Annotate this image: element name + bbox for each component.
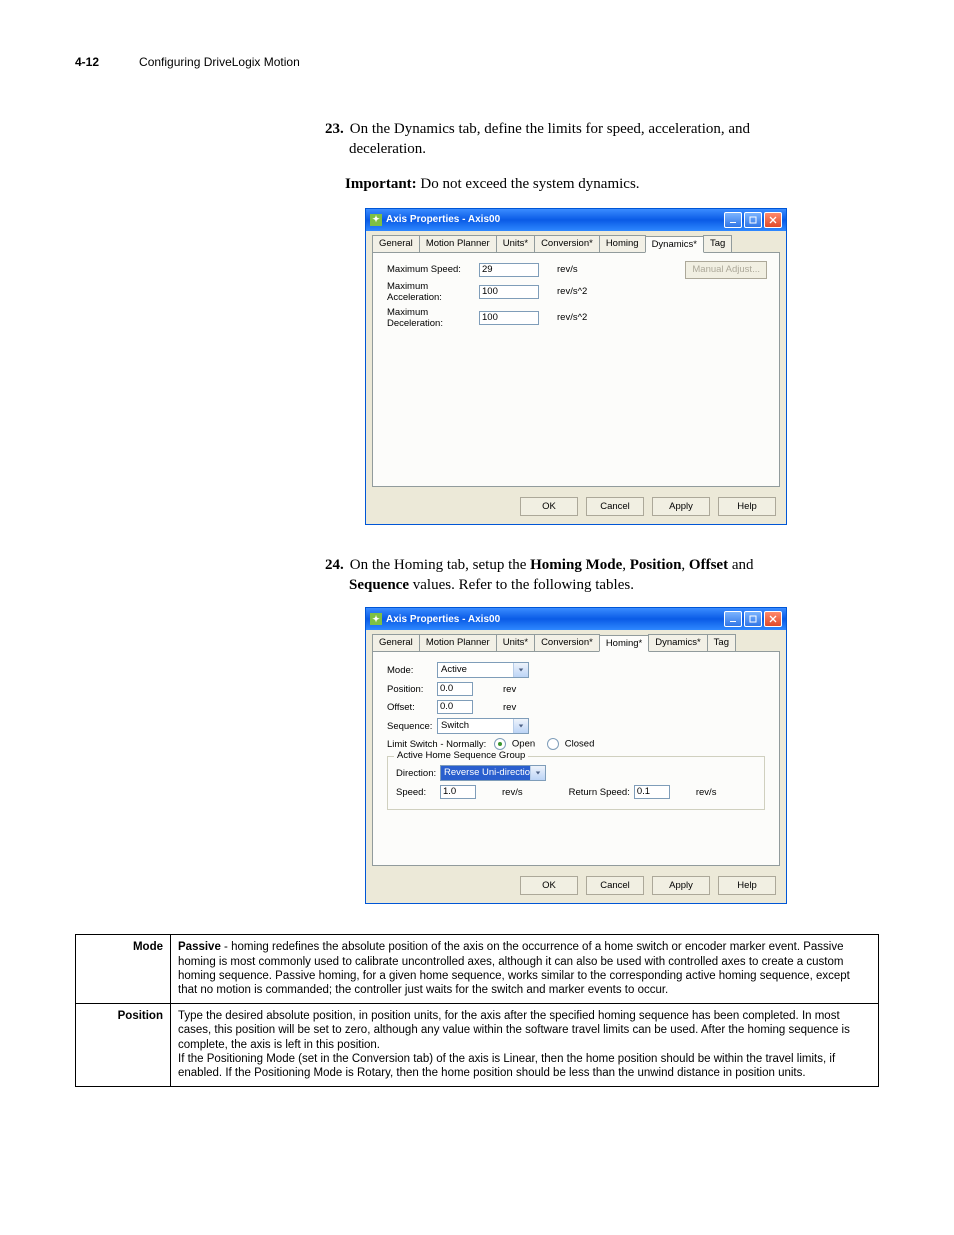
tab-motion-planner[interactable]: Motion Planner: [419, 634, 497, 651]
dialog-titlebar[interactable]: ✦ Axis Properties - Axis00: [366, 608, 786, 630]
close-button[interactable]: [764, 212, 782, 228]
tab-motion-planner[interactable]: Motion Planner: [419, 235, 497, 252]
dialog-title: Axis Properties - Axis00: [386, 214, 724, 225]
tab-tag[interactable]: Tag: [707, 634, 736, 651]
direction-select[interactable]: Reverse Uni-directional: [440, 765, 546, 781]
tab-general[interactable]: General: [372, 235, 420, 252]
position-label: Position:: [387, 684, 437, 695]
chevron-down-icon: [530, 766, 545, 780]
max-accel-input[interactable]: [479, 285, 539, 299]
offset-unit: rev: [503, 702, 516, 713]
limit-switch-closed-radio[interactable]: [547, 738, 559, 750]
position-input[interactable]: [437, 682, 473, 696]
mode-select[interactable]: Active: [437, 662, 529, 678]
sequence-select[interactable]: Switch: [437, 718, 529, 734]
close-button[interactable]: [764, 611, 782, 627]
dialog-titlebar[interactable]: ✦ Axis Properties - Axis00: [366, 209, 786, 231]
help-button[interactable]: Help: [718, 876, 776, 895]
tab-dynamics[interactable]: Dynamics*: [645, 236, 704, 253]
important-note: Important: Do not exceed the system dyna…: [345, 174, 879, 194]
page-number: 4-12: [75, 55, 99, 69]
dialog-button-row: OK Cancel Apply Help: [366, 493, 786, 524]
offset-input[interactable]: [437, 700, 473, 714]
position-heading: Position: [76, 1003, 171, 1086]
apply-button[interactable]: Apply: [652, 876, 710, 895]
axis-properties-homing-dialog: ✦ Axis Properties - Axis00 General Motio…: [365, 607, 787, 904]
max-decel-input[interactable]: [479, 311, 539, 325]
step-number: 24.: [325, 557, 344, 573]
max-speed-input[interactable]: [479, 263, 539, 277]
offset-label: Offset:: [387, 702, 437, 713]
limit-switch-open-radio[interactable]: [494, 738, 506, 750]
tab-conversion[interactable]: Conversion*: [534, 235, 600, 252]
return-speed-label: Return Speed:: [569, 787, 630, 798]
max-accel-label: Maximum Acceleration:: [387, 281, 479, 303]
return-speed-input[interactable]: [634, 785, 670, 799]
minimize-button[interactable]: [724, 611, 742, 627]
mode-passive-description: Passive - homing redefines the absolute …: [171, 935, 879, 1004]
tab-units[interactable]: Units*: [496, 235, 535, 252]
step-24: 24.On the Homing tab, setup the Homing M…: [325, 555, 879, 596]
homing-parameters-table: Mode Passive - homing redefines the abso…: [75, 934, 879, 1086]
closed-label: Closed: [565, 739, 595, 750]
dynamics-tab-body: Manual Adjust... Maximum Speed: rev/s Ma…: [372, 252, 780, 487]
tab-tag[interactable]: Tag: [703, 235, 732, 252]
chapter-title: Configuring DriveLogix Motion: [139, 55, 300, 69]
step-23: 23.On the Dynamics tab, define the limit…: [325, 119, 879, 160]
dialog-title: Axis Properties - Axis00: [386, 614, 724, 625]
chevron-down-icon: [513, 663, 528, 677]
help-button[interactable]: Help: [718, 497, 776, 516]
chevron-down-icon: [513, 719, 528, 733]
max-speed-unit: rev/s: [557, 264, 578, 275]
direction-label: Direction:: [396, 768, 440, 779]
dialog-button-row: OK Cancel Apply Help: [366, 872, 786, 903]
apply-button[interactable]: Apply: [652, 497, 710, 516]
mode-heading: Mode: [76, 935, 171, 1004]
app-icon: ✦: [370, 613, 382, 625]
tab-units[interactable]: Units*: [496, 634, 535, 651]
mode-label: Mode:: [387, 665, 437, 676]
speed-input[interactable]: [440, 785, 476, 799]
tab-homing[interactable]: Homing*: [599, 635, 649, 652]
max-decel-unit: rev/s^2: [557, 312, 587, 323]
max-speed-label: Maximum Speed:: [387, 264, 479, 275]
axis-properties-dynamics-dialog: ✦ Axis Properties - Axis00 General Motio…: [365, 208, 787, 525]
minimize-button[interactable]: [724, 212, 742, 228]
open-label: Open: [512, 739, 535, 750]
tab-dynamics[interactable]: Dynamics*: [648, 634, 707, 651]
maximize-button[interactable]: [744, 611, 762, 627]
page-header: 4-12 Configuring DriveLogix Motion: [75, 55, 879, 69]
speed-unit: rev/s: [502, 787, 523, 798]
tab-strip: General Motion Planner Units* Conversion…: [366, 630, 786, 651]
max-decel-label: Maximum Deceleration:: [387, 307, 479, 329]
limit-switch-label: Limit Switch - Normally:: [387, 739, 486, 750]
position-unit: rev: [503, 684, 516, 695]
app-icon: ✦: [370, 214, 382, 226]
active-home-sequence-group: Active Home Sequence Group Direction: Re…: [387, 756, 765, 810]
tab-conversion[interactable]: Conversion*: [534, 634, 600, 651]
ok-button[interactable]: OK: [520, 876, 578, 895]
maximize-button[interactable]: [744, 212, 762, 228]
speed-label: Speed:: [396, 787, 440, 798]
manual-adjust-button: Manual Adjust...: [685, 261, 767, 279]
tab-strip: General Motion Planner Units* Conversion…: [366, 231, 786, 252]
max-accel-unit: rev/s^2: [557, 286, 587, 297]
tab-homing[interactable]: Homing: [599, 235, 646, 252]
cancel-button[interactable]: Cancel: [586, 876, 644, 895]
position-description: Type the desired absolute position, in p…: [171, 1003, 879, 1086]
step-number: 23.: [325, 121, 344, 137]
ok-button[interactable]: OK: [520, 497, 578, 516]
homing-tab-body: Mode: Active Position: rev Offset: rev S…: [372, 651, 780, 866]
return-speed-unit: rev/s: [696, 787, 717, 798]
group-legend: Active Home Sequence Group: [394, 750, 528, 761]
sequence-label: Sequence:: [387, 721, 437, 732]
cancel-button[interactable]: Cancel: [586, 497, 644, 516]
tab-general[interactable]: General: [372, 634, 420, 651]
